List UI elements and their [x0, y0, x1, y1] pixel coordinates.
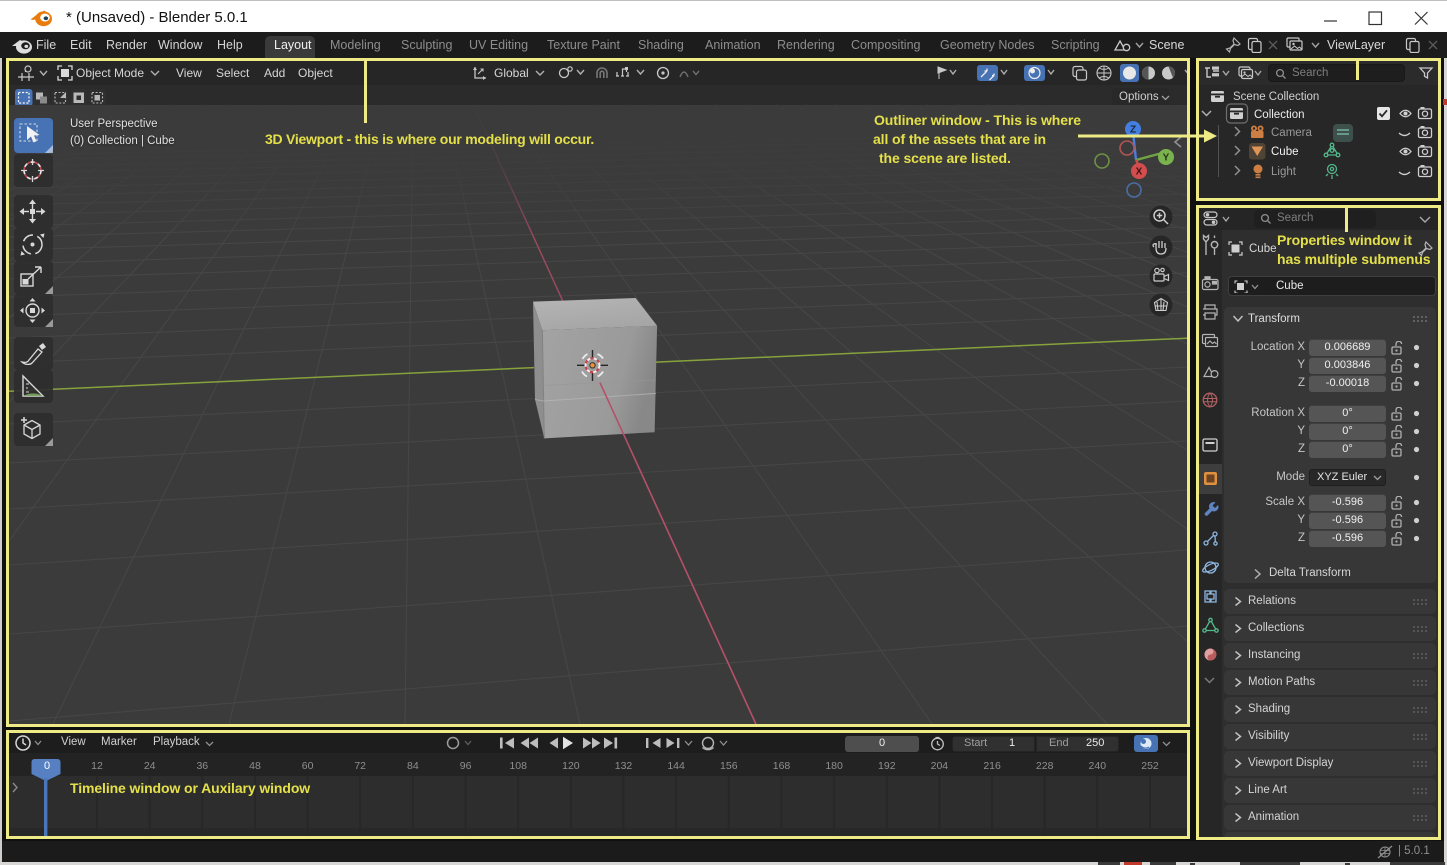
svg-text:Camera: Camera: [1271, 127, 1313, 139]
svg-text:Z: Z: [1130, 125, 1136, 136]
svg-text:Collection: Collection: [1254, 109, 1305, 121]
svg-text:Light: Light: [1271, 166, 1297, 178]
svg-text:X: X: [1136, 167, 1143, 178]
svg-text:Scene Collection: Scene Collection: [1233, 91, 1319, 103]
svg-text:Y: Y: [1163, 153, 1170, 164]
svg-text:Cube: Cube: [1271, 146, 1299, 158]
